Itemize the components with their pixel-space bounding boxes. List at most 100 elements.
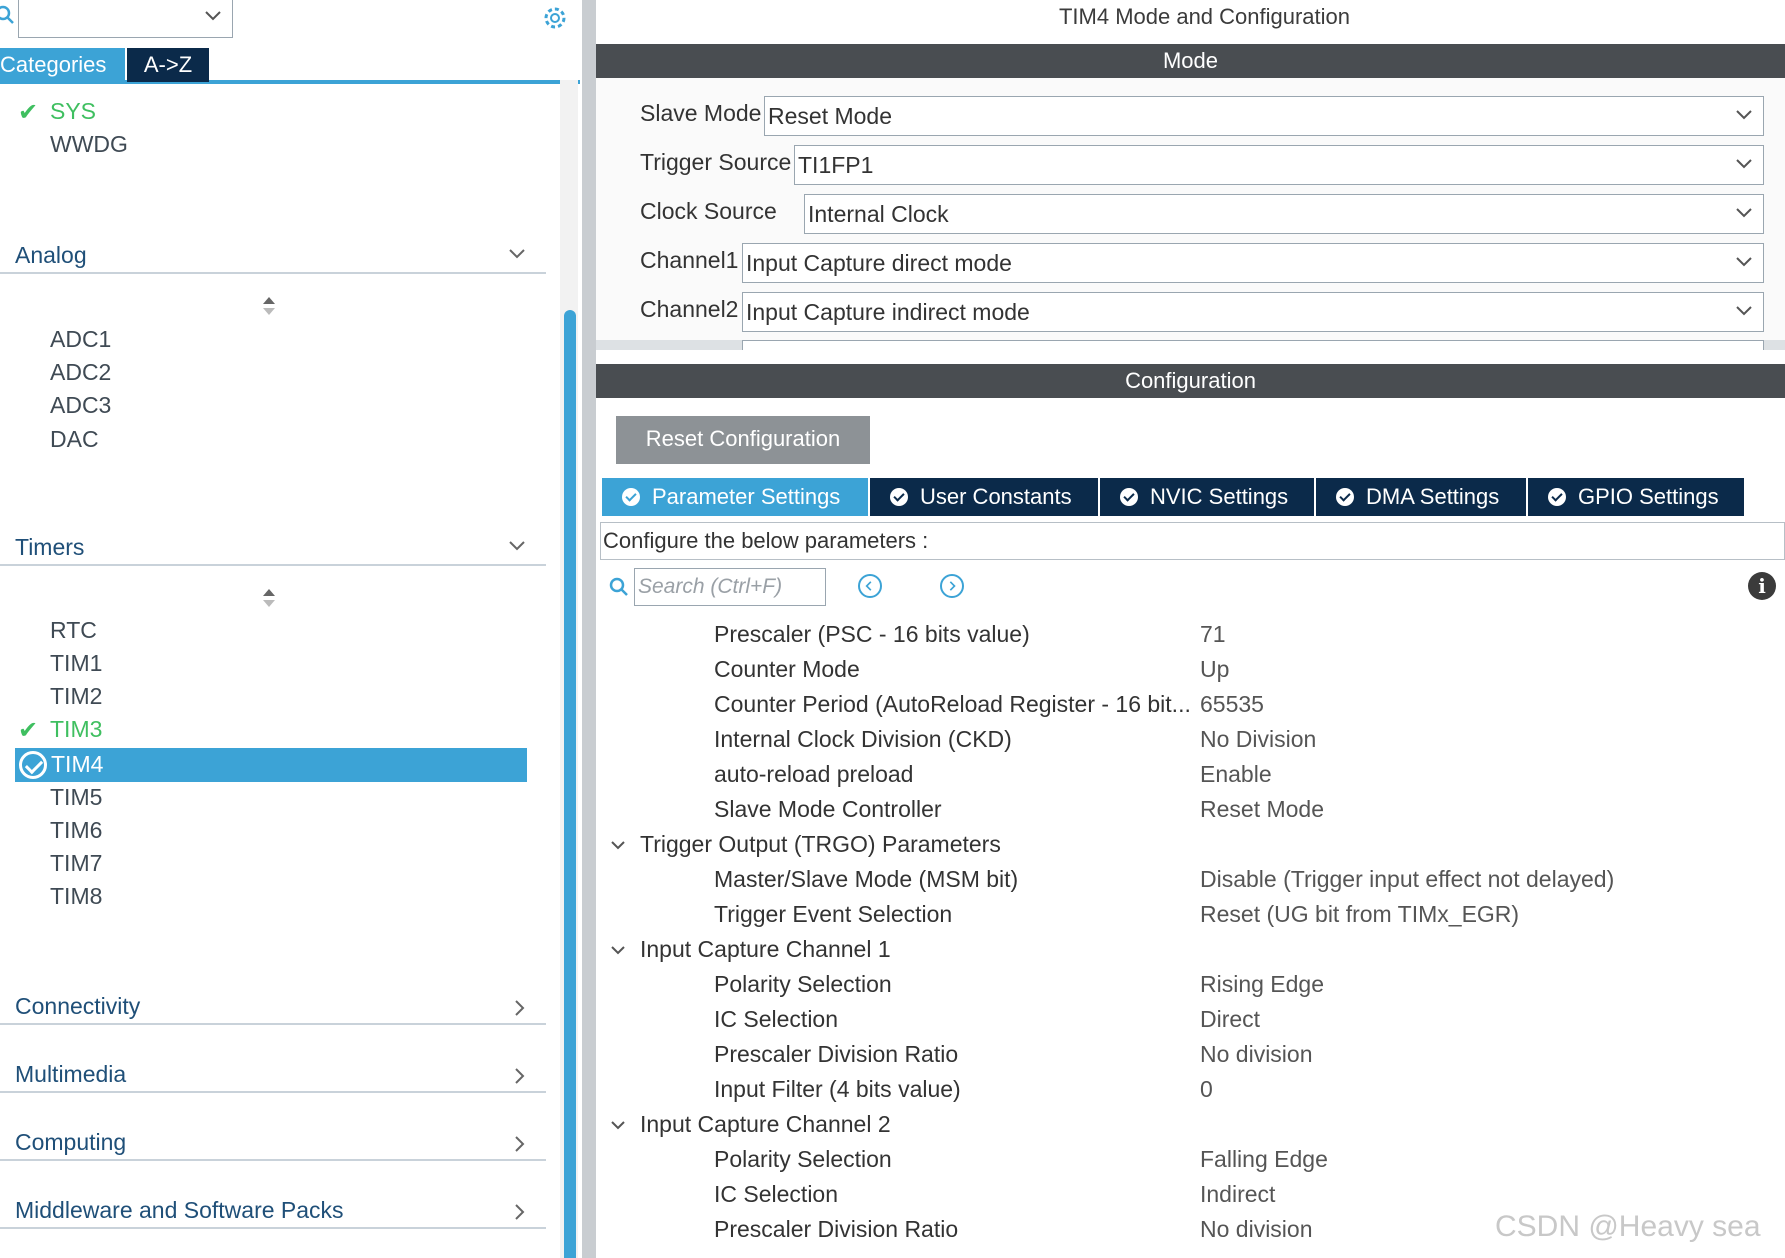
check-circle-icon — [1336, 488, 1354, 506]
gear-icon[interactable] — [540, 3, 570, 33]
param-row[interactable]: Polarity Selection Rising Edge — [596, 968, 1785, 1003]
param-value[interactable]: Disable (Trigger input effect not delaye… — [1200, 866, 1614, 893]
param-value[interactable]: Up — [1200, 656, 1229, 683]
tree-item-wwdg[interactable]: WWDG — [50, 131, 128, 158]
group-multimedia[interactable]: Multimedia — [0, 1053, 546, 1093]
right-panel: TIM4 Mode and Configuration Mode Slave M… — [596, 0, 1785, 1258]
param-value[interactable]: 0 — [1200, 1076, 1213, 1103]
group-computing[interactable]: Computing — [0, 1121, 546, 1161]
param-value[interactable]: Reset (UG bit from TIMx_EGR) — [1200, 901, 1519, 928]
param-value[interactable]: Reset Mode — [1200, 796, 1324, 823]
tab-gpio-settings-label: GPIO Settings — [1578, 484, 1719, 509]
param-name: Polarity Selection — [714, 971, 892, 997]
param-row[interactable]: Input Filter (4 bits value) 0 — [596, 1073, 1785, 1108]
tree-item-adc3[interactable]: ADC3 — [50, 392, 111, 419]
category-filter-combo[interactable] — [18, 0, 233, 38]
param-group-ic1[interactable]: Input Capture Channel 1 — [596, 933, 1785, 968]
sort-icon[interactable] — [262, 296, 276, 316]
slave-mode-value: Reset Mode — [768, 103, 893, 129]
param-name: Counter Period (AutoReload Register - 16… — [714, 691, 1191, 717]
tab-nvic-settings[interactable]: NVIC Settings — [1100, 478, 1314, 516]
tab-az[interactable]: A->Z — [127, 48, 209, 82]
param-row[interactable]: Polarity Selection Falling Edge — [596, 1143, 1785, 1178]
tab-dma-settings[interactable]: DMA Settings — [1316, 478, 1526, 516]
tab-user-constants[interactable]: User Constants — [870, 478, 1098, 516]
slave-mode-select[interactable]: Reset Mode — [764, 96, 1764, 136]
tree-item-tim8[interactable]: TIM8 — [50, 883, 102, 910]
tree-item-tim3[interactable]: TIM3 — [50, 716, 102, 743]
group-timers-label: Timers — [15, 534, 85, 560]
channel1-select[interactable]: Input Capture direct mode — [742, 243, 1764, 283]
next-match-icon[interactable] — [940, 574, 964, 598]
param-name: IC Selection — [714, 1181, 839, 1207]
param-row[interactable]: IC Selection Indirect — [596, 1178, 1785, 1213]
tree-item-tim4-selected[interactable]: TIM4 — [15, 748, 527, 782]
param-value[interactable]: Direct — [1200, 1006, 1260, 1033]
sort-icon[interactable] — [262, 588, 276, 608]
param-group-ic2[interactable]: Input Capture Channel 2 — [596, 1108, 1785, 1143]
param-value[interactable]: No division — [1200, 1041, 1313, 1068]
left-scrollbar-thumb[interactable] — [564, 310, 576, 1258]
param-value[interactable]: Indirect — [1200, 1181, 1275, 1208]
tree-item-adc2[interactable]: ADC2 — [50, 359, 111, 386]
param-group-trgo[interactable]: Trigger Output (TRGO) Parameters — [596, 828, 1785, 863]
info-icon[interactable]: i — [1748, 572, 1776, 600]
param-name: Counter Mode — [714, 656, 860, 682]
tree-item-tim7[interactable]: TIM7 — [50, 850, 102, 877]
chevron-right-icon — [515, 1136, 525, 1152]
channel1-value: Input Capture direct mode — [746, 250, 1012, 276]
tree-item-rtc[interactable]: RTC — [50, 617, 97, 644]
param-value[interactable]: Enable — [1200, 761, 1272, 788]
search-icon[interactable] — [0, 4, 16, 26]
check-circle-icon — [1120, 488, 1138, 506]
group-connectivity[interactable]: Connectivity — [0, 985, 546, 1025]
tree-item-tim2[interactable]: TIM2 — [50, 683, 102, 710]
param-value[interactable]: No division — [1200, 1216, 1313, 1243]
param-row[interactable]: auto-reload preload Enable — [596, 758, 1785, 793]
group-analog[interactable]: Analog — [0, 234, 546, 274]
tab-categories[interactable]: Categories — [0, 48, 125, 82]
group-middleware-label: Middleware and Software Packs — [15, 1197, 344, 1223]
param-search-row: Search (Ctrl+F) i — [596, 566, 1785, 610]
param-row[interactable]: Counter Period (AutoReload Register - 16… — [596, 688, 1785, 723]
param-search-input[interactable]: Search (Ctrl+F) — [634, 568, 826, 606]
param-row[interactable]: Trigger Event Selection Reset (UG bit fr… — [596, 898, 1785, 933]
panel-splitter[interactable] — [582, 0, 596, 1258]
clock-source-select[interactable]: Internal Clock — [804, 194, 1764, 234]
param-row[interactable]: Master/Slave Mode (MSM bit) Disable (Tri… — [596, 863, 1785, 898]
tree-item-adc1[interactable]: ADC1 — [50, 326, 111, 353]
channel3-select-partial[interactable] — [742, 340, 1764, 350]
group-timers[interactable]: Timers — [0, 526, 546, 566]
param-value[interactable]: Falling Edge — [1200, 1146, 1328, 1173]
previous-match-icon[interactable] — [858, 574, 882, 598]
param-name: Master/Slave Mode (MSM bit) — [714, 866, 1019, 892]
tree-item-tim1[interactable]: TIM1 — [50, 650, 102, 677]
param-row[interactable]: Prescaler Division Ratio No division — [596, 1038, 1785, 1073]
chevron-down-icon — [509, 541, 525, 551]
param-row[interactable]: Prescaler (PSC - 16 bits value) 71 — [596, 618, 1785, 653]
param-value[interactable]: 71 — [1200, 621, 1226, 648]
param-value[interactable]: Rising Edge — [1200, 971, 1324, 998]
tab-parameter-settings[interactable]: Parameter Settings — [602, 478, 868, 516]
tab-gpio-settings[interactable]: GPIO Settings — [1528, 478, 1744, 516]
channel2-select[interactable]: Input Capture indirect mode — [742, 292, 1764, 332]
param-row[interactable]: IC Selection Direct — [596, 1003, 1785, 1038]
tree-item-sys[interactable]: SYS — [50, 98, 96, 125]
tree-item-tim6[interactable]: TIM6 — [50, 817, 102, 844]
trigger-source-select[interactable]: TI1FP1 — [794, 145, 1764, 185]
reset-configuration-button[interactable]: Reset Configuration — [616, 416, 870, 464]
param-value[interactable]: 65535 — [1200, 691, 1264, 718]
param-value[interactable]: No Division — [1200, 726, 1316, 753]
mode-area: Slave Mode Reset Mode Trigger Source TI1… — [596, 78, 1785, 350]
group-middleware[interactable]: Middleware and Software Packs — [0, 1189, 546, 1229]
param-row[interactable]: Counter Mode Up — [596, 653, 1785, 688]
param-row[interactable]: Slave Mode Controller Reset Mode — [596, 793, 1785, 828]
tree-item-dac[interactable]: DAC — [50, 426, 99, 453]
group-connectivity-label: Connectivity — [15, 993, 141, 1019]
tree-item-tim5[interactable]: TIM5 — [50, 784, 102, 811]
watermark: CSDN @Heavy sea — [1495, 1210, 1761, 1243]
param-row[interactable]: Internal Clock Division (CKD) No Divisio… — [596, 723, 1785, 758]
chevron-right-icon — [515, 1000, 525, 1016]
parameter-tree: Prescaler (PSC - 16 bits value) 71 Count… — [596, 618, 1785, 1258]
param-name: Prescaler Division Ratio — [714, 1041, 959, 1067]
